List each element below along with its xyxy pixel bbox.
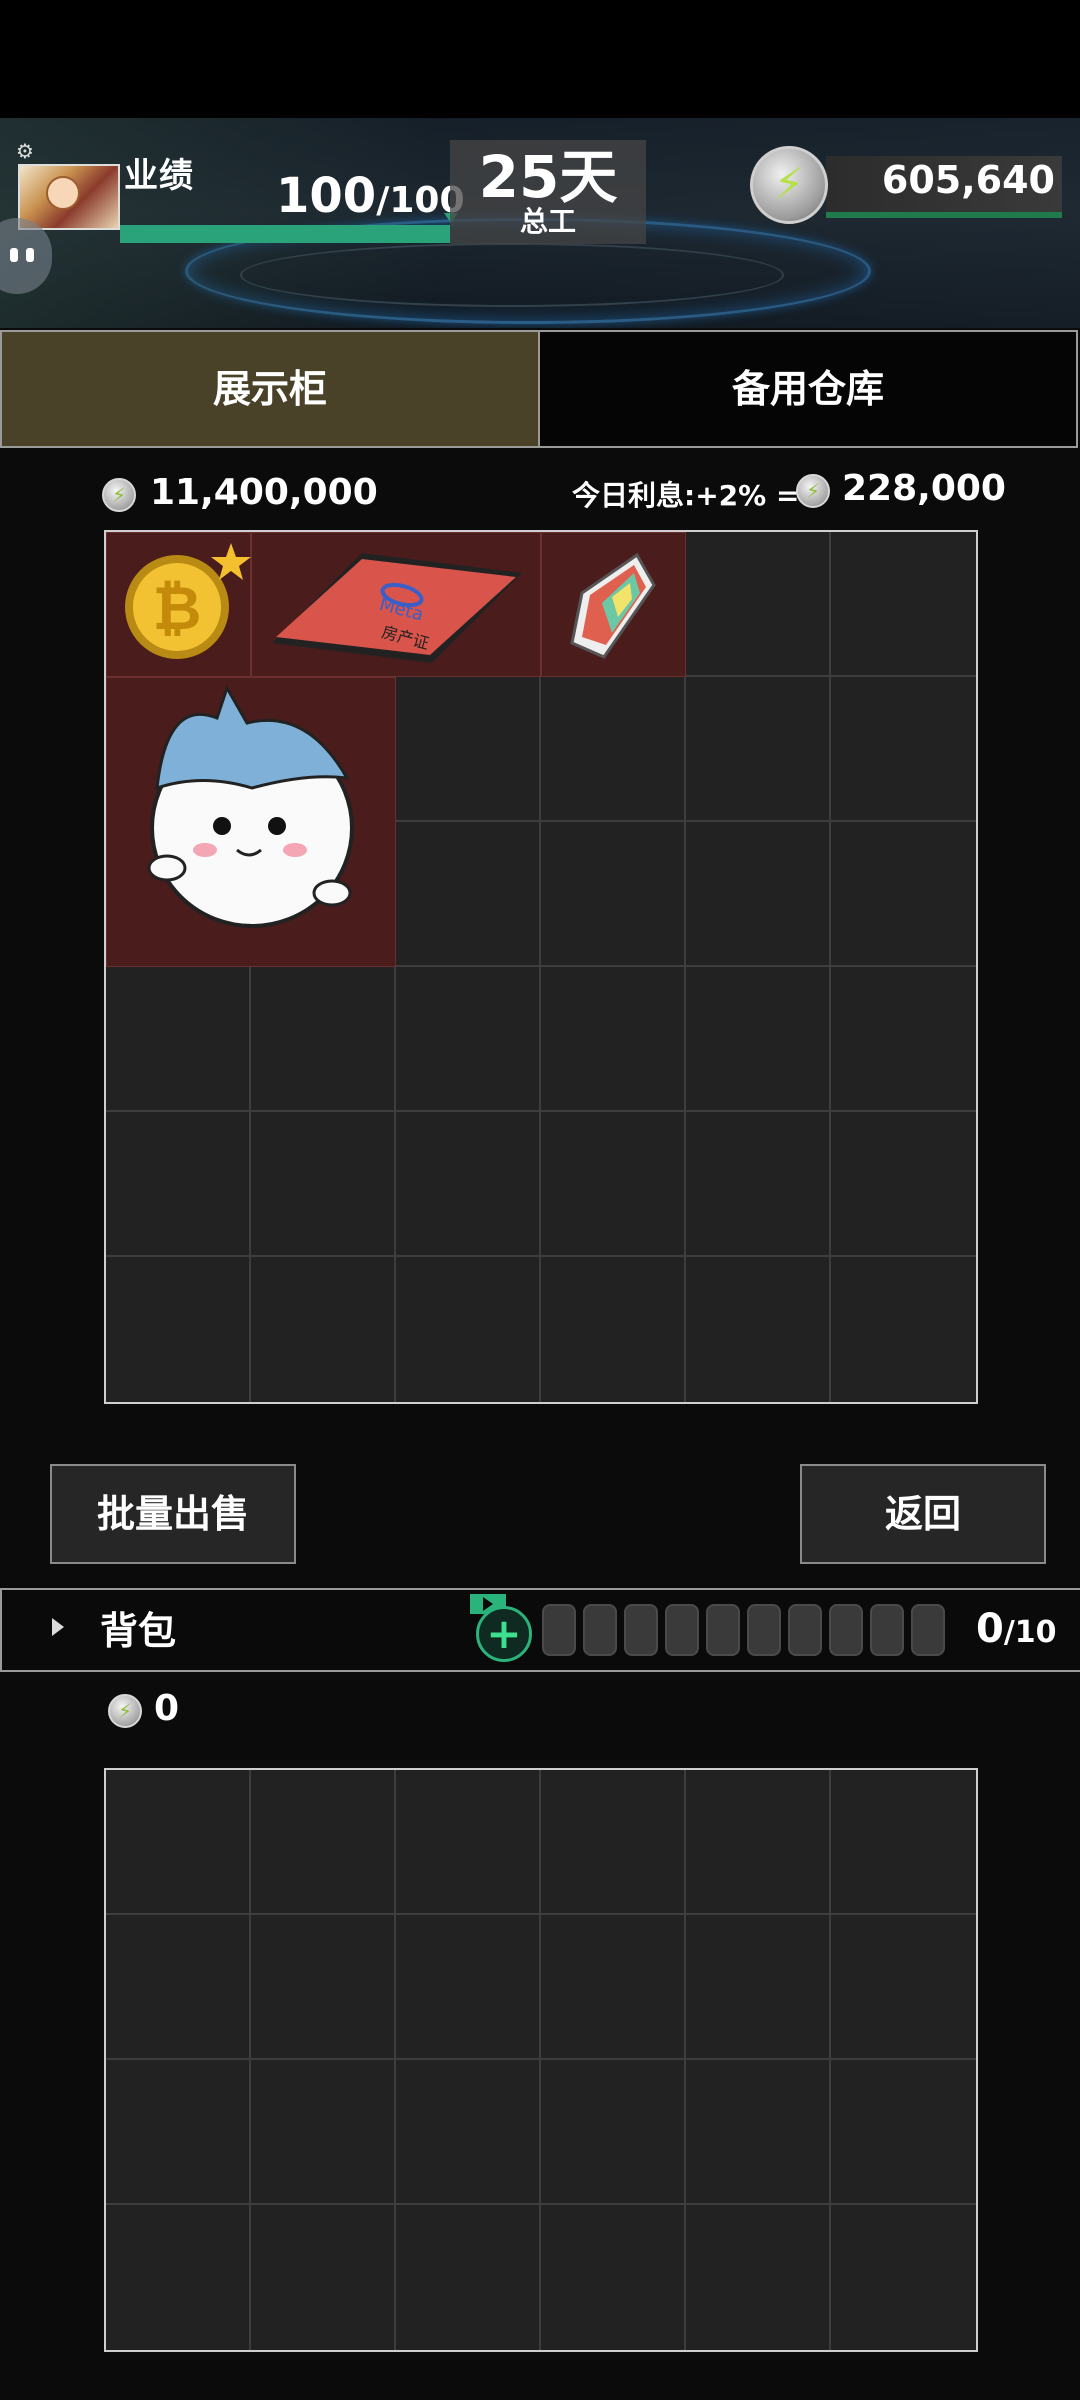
crystal-icon	[570, 552, 656, 659]
backpack-grid-cell[interactable]	[251, 1770, 396, 1915]
backpack-grid-cell[interactable]	[831, 2205, 976, 2350]
performance-progress-bar	[120, 225, 450, 243]
display-grid-cell[interactable]	[686, 677, 831, 822]
backpack-slot-icon	[788, 1604, 822, 1656]
item-bitcoin[interactable]: ₿	[106, 532, 251, 677]
backpack-grid-cell[interactable]	[541, 2205, 686, 2350]
item-crystal[interactable]	[541, 532, 686, 677]
bitcoin-icon: ₿	[125, 543, 251, 659]
display-grid-cell[interactable]	[831, 967, 976, 1112]
hachiware-icon	[147, 684, 354, 928]
display-grid-cell[interactable]	[831, 677, 976, 822]
backpack-grid-cell[interactable]	[106, 1770, 251, 1915]
display-grid-cell[interactable]	[541, 1112, 686, 1257]
display-grid-cell[interactable]	[541, 1257, 686, 1402]
backpack-grid[interactable]	[104, 1768, 978, 2352]
display-grid-cell[interactable]	[396, 1112, 541, 1257]
performance-label: 业绩	[124, 156, 194, 196]
backpack-grid-cell[interactable]	[541, 2060, 686, 2205]
backpack-slot-icon	[706, 1604, 740, 1656]
interest-value: 228,000	[842, 468, 1006, 509]
backpack-slot-icon	[624, 1604, 658, 1656]
coin-icon: ⚡	[108, 1694, 142, 1728]
settings-gear-icon[interactable]: ⚙	[16, 140, 38, 162]
display-grid-cell[interactable]	[396, 1257, 541, 1402]
backpack-grid-cell[interactable]	[541, 1915, 686, 2060]
display-grid-cell[interactable]	[686, 1257, 831, 1402]
display-grid-cell[interactable]	[541, 677, 686, 822]
display-grid-cell[interactable]	[686, 1112, 831, 1257]
item-hachiware-plush[interactable]	[106, 677, 396, 967]
display-grid-cell[interactable]	[831, 532, 976, 677]
display-grid-cell[interactable]	[831, 822, 976, 967]
expand-arrow-icon[interactable]	[52, 1618, 64, 1636]
display-grid-cell[interactable]	[831, 1112, 976, 1257]
display-total-value: 11,400,000	[150, 472, 378, 513]
backpack-grid-cell[interactable]	[396, 1915, 541, 2060]
performance-value: 100/100	[276, 168, 465, 224]
backpack-grid-cell[interactable]	[396, 1770, 541, 1915]
backpack-grid-cell[interactable]	[831, 1915, 976, 2060]
backpack-grid-cell[interactable]	[396, 2060, 541, 2205]
backpack-slot-icon	[665, 1604, 699, 1656]
backpack-count: 0/10	[976, 1606, 1057, 1652]
batch-sell-button[interactable]: 批量出售	[50, 1464, 296, 1564]
svg-text:₿: ₿	[153, 574, 202, 644]
display-grid-cell[interactable]	[251, 967, 396, 1112]
backpack-coins: 0	[154, 1688, 180, 1729]
backpack-grid-cell[interactable]	[831, 2060, 976, 2205]
backpack-slot-icon	[829, 1604, 863, 1656]
backpack-grid-cell[interactable]	[686, 1770, 831, 1915]
backpack-grid-cell[interactable]	[106, 1915, 251, 2060]
display-grid-cell[interactable]	[251, 1257, 396, 1402]
interest-label: 今日利息:+2% =	[572, 479, 800, 512]
display-grid-cell[interactable]	[106, 1112, 251, 1257]
display-grid-cell[interactable]	[396, 967, 541, 1112]
currency-value: 605,640	[881, 158, 1055, 202]
display-grid-cell[interactable]	[396, 677, 541, 822]
backpack-grid-cell[interactable]	[251, 2205, 396, 2350]
lightning-coin-icon: ⚡	[750, 146, 828, 224]
item-meta-property-card[interactable]: Meta 房产证	[251, 532, 541, 677]
backpack-grid-cell[interactable]	[396, 2205, 541, 2350]
coin-icon: ⚡	[102, 478, 136, 512]
backpack-grid-cell[interactable]	[686, 2060, 831, 2205]
display-grid-cell[interactable]	[106, 967, 251, 1112]
backpack-slot-icon	[542, 1604, 576, 1656]
backpack-grid-cell[interactable]	[686, 1915, 831, 2060]
backpack-slot-icon	[870, 1604, 904, 1656]
days-label: 总工	[519, 205, 576, 238]
backpack-grid-cell[interactable]	[541, 1770, 686, 1915]
status-bar	[0, 0, 1080, 118]
backpack-grid-cell[interactable]	[831, 1770, 976, 1915]
backpack-slot-icon	[583, 1604, 617, 1656]
display-grid-cell[interactable]	[686, 967, 831, 1112]
days-counter: 25天 总工	[450, 140, 646, 244]
display-grid-cell[interactable]	[686, 822, 831, 967]
display-grid-cell[interactable]	[251, 1112, 396, 1257]
backpack-grid-cell[interactable]	[251, 2060, 396, 2205]
display-grid-cell[interactable]	[106, 1257, 251, 1402]
backpack-grid-cell[interactable]	[251, 1915, 396, 2060]
backpack-grid-cell[interactable]	[686, 2205, 831, 2350]
display-grid-cell[interactable]	[396, 822, 541, 967]
add-slot-button[interactable]: +	[476, 1606, 532, 1662]
days-value: 25天	[478, 143, 618, 211]
backpack-grid-cell[interactable]	[106, 2205, 251, 2350]
backpack-slot-icon	[911, 1604, 945, 1656]
display-grid-cell[interactable]	[686, 532, 831, 677]
display-grid-cell[interactable]	[541, 967, 686, 1112]
avatar[interactable]	[18, 164, 120, 230]
tab-display-cabinet[interactable]: 展示柜	[0, 330, 540, 448]
tab-backup-storage[interactable]: 备用仓库	[538, 330, 1078, 448]
back-button[interactable]: 返回	[800, 1464, 1046, 1564]
backpack-label: 背包	[100, 1609, 177, 1653]
display-grid-cell[interactable]	[831, 1257, 976, 1402]
property-card-icon: Meta 房产证	[272, 553, 522, 663]
backpack-slot-icon	[747, 1604, 781, 1656]
coin-icon: ⚡	[796, 474, 830, 508]
backpack-grid-cell[interactable]	[106, 2060, 251, 2205]
display-grid-cell[interactable]	[541, 822, 686, 967]
